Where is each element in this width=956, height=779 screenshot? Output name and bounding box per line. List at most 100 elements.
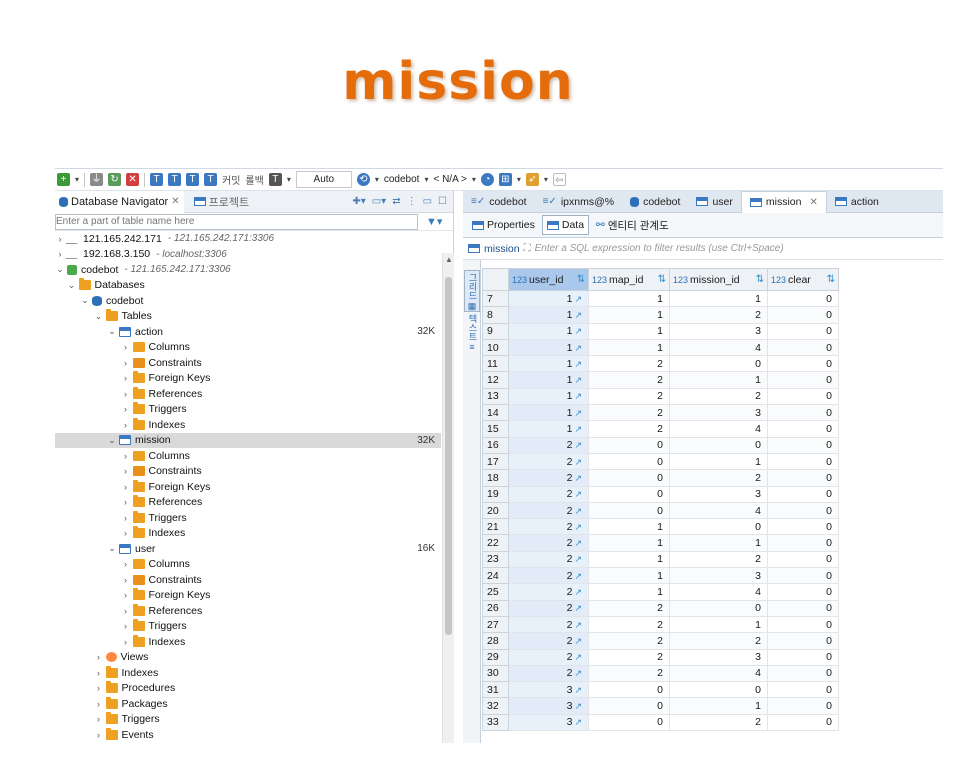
- history-icon[interactable]: ⟲: [356, 173, 370, 186]
- chevron-right-icon[interactable]: ›: [55, 249, 65, 259]
- foreign-key-link-icon[interactable]: ↗: [574, 620, 582, 630]
- table-cell[interactable]: 0: [767, 632, 839, 650]
- chevron-right-icon[interactable]: ›: [121, 373, 131, 383]
- column-header-map-id[interactable]: 123 map_id ⇅: [588, 268, 670, 291]
- tree-node[interactable]: › Events: [55, 727, 441, 743]
- chevron-down-icon[interactable]: ⌄: [55, 264, 65, 275]
- text-view-button[interactable]: 텍스트 ≡: [464, 314, 480, 352]
- close-icon[interactable]: ✕: [809, 197, 817, 208]
- foreign-key-link-icon[interactable]: ↗: [574, 571, 582, 581]
- table-cell[interactable]: 0: [767, 681, 839, 699]
- tree-node[interactable]: › Triggers: [55, 619, 441, 635]
- editor-tab-codebot[interactable]: ≡✓ codebot: [463, 191, 535, 213]
- editor-tab-ipxnms[interactable]: ≡✓ ipxnms@%: [535, 191, 622, 213]
- foreign-key-link-icon[interactable]: ↗: [574, 701, 582, 711]
- chevron-right-icon[interactable]: ›: [121, 420, 131, 430]
- foreign-key-link-icon[interactable]: ↗: [574, 685, 582, 695]
- chevron-down-icon[interactable]: ⌄: [107, 543, 117, 554]
- table-cell[interactable]: 1 ↗: [508, 338, 589, 357]
- table-cell[interactable]: 2: [669, 387, 768, 406]
- table-cell[interactable]: 0: [767, 371, 839, 389]
- table-row[interactable]: 13 1 ↗ 2 2 0: [482, 387, 839, 406]
- table-cell[interactable]: 3 ↗: [508, 697, 589, 715]
- table-cell[interactable]: 0: [767, 567, 839, 585]
- table-cell[interactable]: 0: [767, 420, 839, 438]
- tree-node[interactable]: ⌄ Tables: [55, 309, 441, 325]
- table-cell[interactable]: 0: [669, 355, 768, 373]
- table-cell[interactable]: 4: [669, 501, 768, 520]
- foreign-key-link-icon[interactable]: ↗: [574, 359, 582, 369]
- chevron-right-icon[interactable]: ›: [94, 668, 104, 678]
- table-cell[interactable]: 1 ↗: [508, 355, 589, 373]
- foreign-key-link-icon[interactable]: ↗: [574, 489, 582, 499]
- table-cell[interactable]: 2: [588, 387, 670, 406]
- tree-node[interactable]: › Foreign Keys: [55, 479, 441, 495]
- table-cell[interactable]: 1: [669, 534, 768, 552]
- chevron-right-icon[interactable]: ›: [121, 497, 131, 507]
- foreign-key-link-icon[interactable]: ↗: [574, 636, 582, 646]
- grid-view-button[interactable]: 그리드 ▦: [464, 270, 480, 312]
- grid-corner[interactable]: [482, 268, 509, 291]
- table-cell[interactable]: 0: [767, 518, 839, 536]
- foreign-key-link-icon[interactable]: ↗: [574, 294, 582, 304]
- table-cell[interactable]: 0: [767, 534, 839, 552]
- tree-node[interactable]: › Constraints: [55, 355, 441, 371]
- tree-node[interactable]: ⌄ user 16K: [55, 541, 441, 557]
- chevron-right-icon[interactable]: ›: [121, 606, 131, 616]
- foreign-key-link-icon[interactable]: ↗: [574, 652, 582, 662]
- table-cell[interactable]: 1: [669, 452, 768, 471]
- table-cell[interactable]: 0: [767, 289, 839, 308]
- sort-filter-icon[interactable]: ⇅: [756, 274, 764, 285]
- chevron-down-icon[interactable]: ⌄: [94, 311, 104, 322]
- table-cell[interactable]: 0: [588, 501, 670, 520]
- table-cell[interactable]: 0: [588, 681, 670, 699]
- table-cell[interactable]: 2 ↗: [508, 583, 589, 601]
- chevron-right-icon[interactable]: ›: [121, 466, 131, 476]
- table-cell[interactable]: 2 ↗: [508, 436, 589, 454]
- table-cell[interactable]: 0: [767, 648, 839, 666]
- chevron-down-icon[interactable]: ▾: [517, 175, 521, 184]
- tree-node[interactable]: ⌄ codebot: [55, 293, 441, 309]
- table-cell[interactable]: 2 ↗: [508, 501, 589, 520]
- reconnect-icon[interactable]: ↻: [108, 173, 122, 186]
- table-cell[interactable]: 1: [588, 306, 670, 324]
- chevron-right-icon[interactable]: ›: [121, 621, 131, 631]
- table-cell[interactable]: 1: [588, 550, 670, 569]
- table-cell[interactable]: 2: [588, 355, 670, 373]
- transaction-mode-dropdown-icon[interactable]: T: [268, 173, 282, 186]
- table-cell[interactable]: 0: [588, 697, 670, 715]
- filter-icon[interactable]: ▼▾: [426, 215, 442, 228]
- table-cell[interactable]: 0: [767, 322, 839, 340]
- editor-tab-codebot[interactable]: codebot: [622, 191, 688, 213]
- chevron-down-icon[interactable]: ▾: [472, 175, 476, 184]
- tree-node[interactable]: › Indexes: [55, 526, 441, 542]
- chevron-right-icon[interactable]: ›: [121, 528, 131, 538]
- table-row[interactable]: 26 2 ↗ 2 0 0: [482, 599, 839, 617]
- table-cell[interactable]: 2: [588, 420, 670, 438]
- table-row[interactable]: 20 2 ↗ 0 4 0: [482, 501, 839, 520]
- table-row[interactable]: 19 2 ↗ 0 3 0: [482, 485, 839, 503]
- dashboard-icon[interactable]: ◔: [480, 173, 494, 186]
- table-cell[interactable]: 0: [767, 583, 839, 601]
- foreign-key-link-icon[interactable]: ↗: [574, 506, 582, 516]
- scrollbar-thumb[interactable]: [445, 277, 452, 635]
- chevron-right-icon[interactable]: ›: [121, 513, 131, 523]
- table-cell[interactable]: 0: [767, 485, 839, 503]
- back-icon[interactable]: ⇦: [552, 173, 566, 186]
- table-cell[interactable]: 2: [588, 371, 670, 389]
- chevron-down-icon[interactable]: ⌄: [67, 280, 77, 291]
- chevron-up-icon[interactable]: ▲: [445, 255, 453, 264]
- tree-node[interactable]: › Foreign Keys: [55, 371, 441, 387]
- foreign-key-link-icon[interactable]: ↗: [574, 424, 582, 434]
- table-cell[interactable]: 0: [767, 713, 839, 732]
- table-row[interactable]: 11 1 ↗ 2 0 0: [482, 355, 839, 373]
- table-row[interactable]: 16 2 ↗ 0 0 0: [482, 436, 839, 454]
- tree-node[interactable]: › Triggers: [55, 712, 441, 728]
- pending-transactions-icon[interactable]: T: [204, 173, 218, 186]
- tree-node[interactable]: ⌄ Databases: [55, 278, 441, 294]
- table-row[interactable]: 10 1 ↗ 1 4 0: [482, 338, 839, 357]
- erd-icon[interactable]: ⊞: [498, 173, 512, 186]
- tab-er-diagram[interactable]: ⚯ 엔티티 관계도: [591, 215, 674, 235]
- foreign-key-link-icon[interactable]: ↗: [574, 440, 582, 450]
- foreign-key-link-icon[interactable]: ↗: [574, 343, 582, 353]
